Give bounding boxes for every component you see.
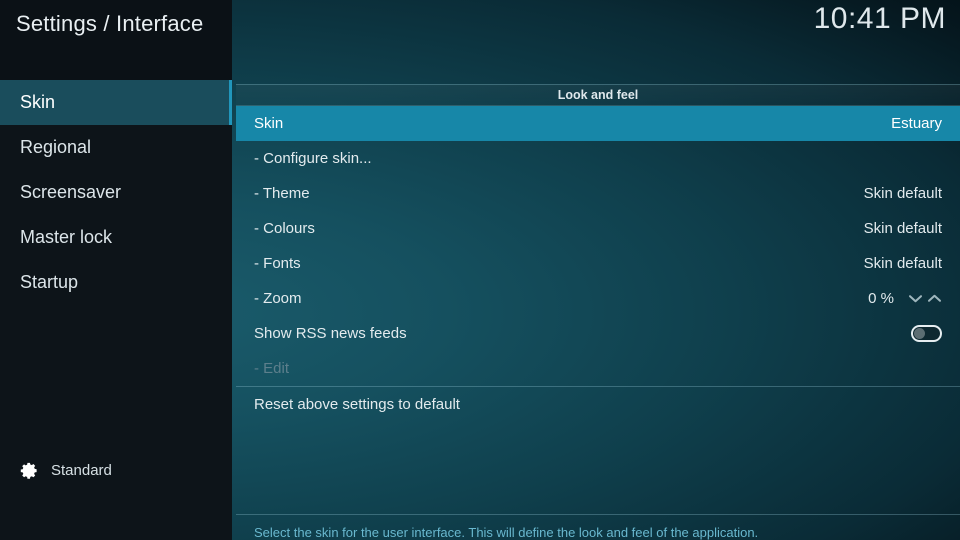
- settings-group-header: Look and feel: [236, 84, 960, 106]
- setting-value: 0 %: [868, 290, 894, 307]
- rss-toggle[interactable]: [911, 325, 942, 342]
- setting-label: - Edit: [254, 360, 290, 377]
- setting-label: Skin: [254, 115, 284, 132]
- setting-label: - Zoom: [254, 290, 302, 307]
- setting-label: - Configure skin...: [254, 150, 372, 167]
- settings-list: Skin Estuary - Configure skin... - Theme…: [236, 106, 960, 422]
- setting-row-zoom[interactable]: - Zoom 0 %: [236, 281, 960, 316]
- setting-value: Skin default: [863, 185, 942, 202]
- setting-label: Show RSS news feeds: [254, 325, 407, 342]
- window-header: Settings / Interface 10:41 PM: [0, 0, 960, 80]
- sidebar: Skin Regional Screensaver Master lock St…: [0, 80, 232, 540]
- setting-value: Estuary: [891, 115, 942, 132]
- setting-row-edit: - Edit: [236, 351, 960, 386]
- sidebar-item-label: Regional: [20, 137, 92, 157]
- setting-label: - Theme: [254, 185, 310, 202]
- setting-row-show-rss-news-feeds[interactable]: Show RSS news feeds: [236, 316, 960, 351]
- setting-row-fonts[interactable]: - Fonts Skin default: [236, 246, 960, 281]
- sidebar-item-label: Master lock: [20, 227, 113, 247]
- help-text: Select the skin for the user interface. …: [254, 525, 759, 540]
- toggle-knob: [914, 328, 925, 339]
- chevron-up-icon[interactable]: [927, 293, 942, 304]
- sidebar-item-screensaver[interactable]: Screensaver: [0, 170, 232, 215]
- gear-icon: [20, 462, 37, 479]
- help-bar: Select the skin for the user interface. …: [236, 514, 960, 540]
- help-divider: [236, 514, 960, 515]
- setting-row-reset-to-default[interactable]: Reset above settings to default: [236, 387, 960, 422]
- page-title: Settings / Interface: [16, 11, 204, 36]
- setting-row-colours[interactable]: - Colours Skin default: [236, 211, 960, 246]
- sidebar-item-label: Skin: [20, 92, 56, 112]
- setting-label: - Fonts: [254, 255, 301, 272]
- clock: 10:41 PM: [813, 2, 946, 35]
- setting-value: Skin default: [863, 255, 942, 272]
- setting-label: Reset above settings to default: [254, 396, 460, 413]
- settings-level-label: Standard: [51, 461, 112, 479]
- sidebar-item-master-lock[interactable]: Master lock: [0, 215, 232, 260]
- chevron-down-icon[interactable]: [908, 293, 923, 304]
- settings-panel: Look and feel Skin Estuary - Configure s…: [236, 84, 960, 540]
- setting-row-configure-skin[interactable]: - Configure skin...: [236, 141, 960, 176]
- sidebar-item-skin[interactable]: Skin: [0, 80, 232, 125]
- sidebar-item-startup[interactable]: Startup: [0, 260, 232, 305]
- sidebar-item-regional[interactable]: Regional: [0, 125, 232, 170]
- sidebar-item-label: Startup: [20, 272, 79, 292]
- sidebar-item-label: Screensaver: [20, 182, 122, 202]
- setting-value: Skin default: [863, 220, 942, 237]
- setting-label: - Colours: [254, 220, 315, 237]
- setting-row-theme[interactable]: - Theme Skin default: [236, 176, 960, 211]
- settings-level-selector[interactable]: Standard: [0, 455, 232, 485]
- setting-row-skin[interactable]: Skin Estuary: [236, 106, 960, 141]
- zoom-spinner: [908, 293, 942, 304]
- kodi-settings-window: Settings / Interface 10:41 PM Skin Regio…: [0, 0, 960, 540]
